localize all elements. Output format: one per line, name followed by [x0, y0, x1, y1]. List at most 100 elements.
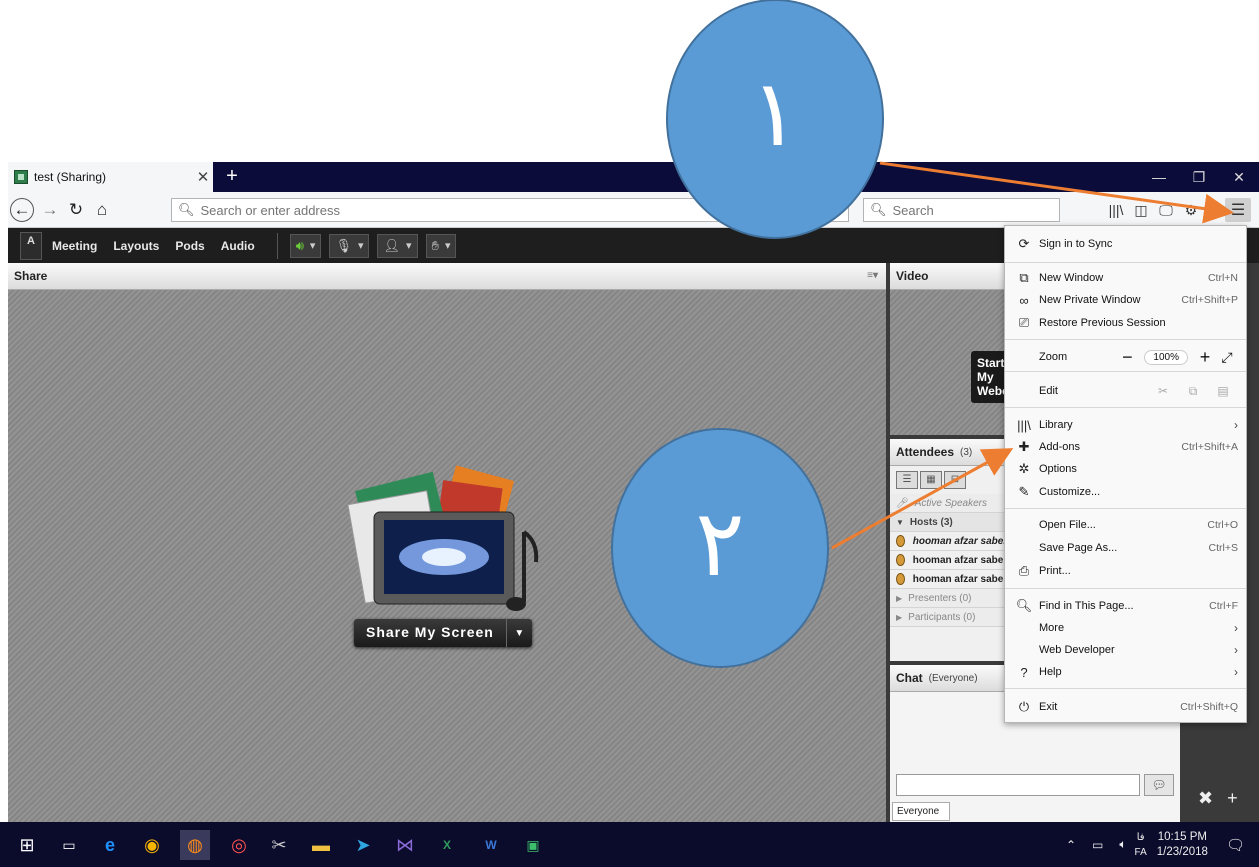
attendee-group-row[interactable]: 🎤︎ Active Speakers [890, 494, 1010, 513]
recorder-icon[interactable]: ◎ [224, 830, 254, 860]
chat-send-button[interactable]: 💬︎ [1144, 774, 1174, 796]
tab-close-icon[interactable]: ✕ [193, 168, 213, 186]
share-pod-header: Share ≡▾ [8, 263, 886, 290]
menu-item-new-private-window[interactable]: ∞ New Private Window Ctrl+Shift+P [1005, 289, 1246, 311]
menu-item-sign-in-sync[interactable]: ⟳ Sign in to Sync [1005, 233, 1246, 255]
address-bar[interactable]: 🔍︎ [171, 198, 849, 222]
menu-item-label: Edit [1039, 385, 1058, 397]
webcam-button[interactable]: 👤︎ ▾ [377, 233, 418, 258]
breakout-view-icon[interactable]: ⊟ [944, 471, 966, 489]
cut-icon[interactable]: ✂ [1148, 384, 1178, 398]
zoom-in-icon[interactable]: + [1194, 347, 1216, 368]
minimize-icon[interactable]: — [1139, 162, 1179, 192]
grid-view-icon[interactable]: ▦ [920, 471, 942, 489]
address-input[interactable] [200, 202, 804, 218]
copy-icon[interactable]: ⧉ [1178, 384, 1208, 399]
menu-item-label: Zoom [1039, 351, 1068, 363]
browser-tab[interactable]: test (Sharing) ✕ [8, 162, 213, 192]
search-input[interactable] [892, 202, 1059, 218]
notification-icon[interactable]: 🗨︎ [1226, 836, 1245, 854]
home-button[interactable]: ⌂ [90, 198, 114, 222]
new-tab-button[interactable]: + [221, 165, 243, 187]
menu-item-exit[interactable]: ⏻ Exit Ctrl+Shift+Q [1005, 696, 1246, 718]
menu-item-save-page[interactable]: Save Page As... Ctrl+S [1005, 537, 1246, 559]
sync-icon: ⟳ [1018, 236, 1030, 251]
zoom-reset-button[interactable]: 100% [1144, 349, 1188, 365]
menu-item-print[interactable]: ⎙ Print... [1005, 560, 1246, 582]
menu-item-new-window[interactable]: ⧉ New Window Ctrl+N [1005, 267, 1246, 289]
menu-item-options[interactable]: ✲ Options [1005, 458, 1246, 480]
search-box[interactable]: 🔍︎ [863, 198, 1060, 222]
snipping-tool-icon[interactable]: ✂ [264, 830, 294, 860]
share-my-screen-button[interactable]: Share My Screen ▼ [354, 619, 532, 647]
menu-item-add-ons[interactable]: ✚ Add-ons Ctrl+Shift+A [1005, 436, 1246, 458]
sidebar-icon[interactable]: ◫ [1129, 198, 1153, 222]
restore-icon[interactable]: ❐ [1179, 162, 1219, 192]
menu-layouts[interactable]: Layouts [113, 239, 159, 253]
chrome-icon[interactable]: ◉ [137, 830, 167, 860]
excel-icon[interactable]: X [432, 830, 462, 860]
clock-time: 10:15 PM [1157, 830, 1207, 843]
attendee-row[interactable]: hooman afzar saberi [890, 570, 1010, 589]
reload-button[interactable]: ↻ [64, 198, 88, 222]
windows-start-icon[interactable]: ⊞ [12, 830, 42, 860]
menu-item-open-file[interactable]: Open File... Ctrl+O [1005, 514, 1246, 536]
menu-item-restore-session[interactable]: ⎚ Restore Previous Session [1005, 312, 1246, 334]
menu-item-find[interactable]: 🔍︎ Find in This Page... Ctrl+F [1005, 595, 1246, 617]
menu-pods[interactable]: Pods [175, 239, 204, 253]
back-button[interactable]: ← [10, 198, 34, 222]
menu-item-more[interactable]: More › [1005, 617, 1246, 639]
raise-hand-button[interactable]: ✋︎ ▾ [425, 233, 457, 258]
shortcut-label: Ctrl+Shift+P [1181, 294, 1238, 306]
clock[interactable]: 10:15 PM 1/23/2018 [1157, 830, 1208, 860]
attendee-group-row[interactable]: ▶ Presenters (0) [890, 589, 1010, 608]
attendee-group-row[interactable]: ▼ Hosts (3) [890, 513, 1010, 532]
adobe-connect-taskbar-icon[interactable]: ▣ [518, 830, 548, 860]
user-avatar-icon [896, 554, 905, 566]
search-icon: 🔍︎ [178, 202, 195, 217]
menu-item-library[interactable]: |||\ Library › [1005, 414, 1246, 436]
navigation-toolbar: ← → ↻ ⌂ 🔍︎ 🔍︎ |||\ ◫ 🖵 ⚙ ☰ [8, 192, 1259, 228]
microphone-button[interactable]: 🎙︎ ▾ [329, 233, 370, 258]
menu-item-customize[interactable]: ✎ Customize... [1005, 481, 1246, 503]
chevron-up-icon[interactable]: ⌃ [1066, 838, 1076, 852]
chat-message-input[interactable] [896, 774, 1140, 796]
telegram-icon[interactable]: ➤ [348, 830, 378, 860]
screen-share-icon[interactable]: 🖵 [1154, 198, 1178, 222]
chat-tab-everyone[interactable]: Everyone [892, 802, 950, 821]
menu-item-web-developer[interactable]: Web Developer › [1005, 639, 1246, 661]
hamburger-menu-button[interactable]: ☰ [1225, 198, 1251, 222]
library-icon[interactable]: |||\ [1104, 198, 1128, 222]
edge-icon[interactable]: e [95, 830, 125, 860]
power-icon: ⏻ [1018, 699, 1030, 714]
attendee-row[interactable]: hooman afzar saberi [890, 532, 1010, 551]
word-icon[interactable]: W [476, 830, 506, 860]
volume-icon[interactable]: 🔈︎ [1119, 837, 1126, 852]
chat-title: Chat [896, 671, 923, 685]
pod-options-icon[interactable]: ≡▾ [867, 270, 878, 281]
expand-triangle-icon: ▼ [896, 517, 904, 527]
visual-studio-icon[interactable]: ⋈ [390, 830, 420, 860]
input-language[interactable]: فا FA [1135, 830, 1147, 860]
fullscreen-icon[interactable]: ⤢ [1216, 349, 1238, 366]
attendee-row[interactable]: hooman afzar saberi [890, 551, 1010, 570]
battery-icon[interactable]: ▭ [1092, 838, 1103, 852]
zoom-out-icon[interactable]: − [1116, 347, 1138, 368]
menu-audio[interactable]: Audio [221, 239, 255, 253]
speaker-button[interactable]: 🔊︎ ▾ [289, 233, 322, 258]
menu-item-help[interactable]: ? Help › [1005, 661, 1246, 683]
extension-icon[interactable]: ⚙ [1179, 198, 1203, 222]
menu-meeting[interactable]: Meeting [52, 239, 97, 253]
close-window-icon[interactable]: ✕ [1219, 162, 1259, 192]
task-view-icon[interactable]: ▭ [54, 830, 84, 860]
paste-icon[interactable]: ▤ [1208, 384, 1238, 398]
attendee-group-row[interactable]: ▶ Participants (0) [890, 608, 1010, 627]
list-view-icon[interactable]: ☰ [896, 471, 918, 489]
chevron-down-icon[interactable]: ▼ [505, 619, 532, 647]
add-pod-icon[interactable]: + [1227, 788, 1238, 809]
tools-icon[interactable]: ✖ [1198, 788, 1213, 809]
file-explorer-icon[interactable]: ▬ [306, 830, 336, 860]
firefox-icon[interactable]: ◍ [180, 830, 210, 860]
forward-button[interactable]: → [38, 198, 62, 222]
menu-separator [1005, 588, 1246, 589]
